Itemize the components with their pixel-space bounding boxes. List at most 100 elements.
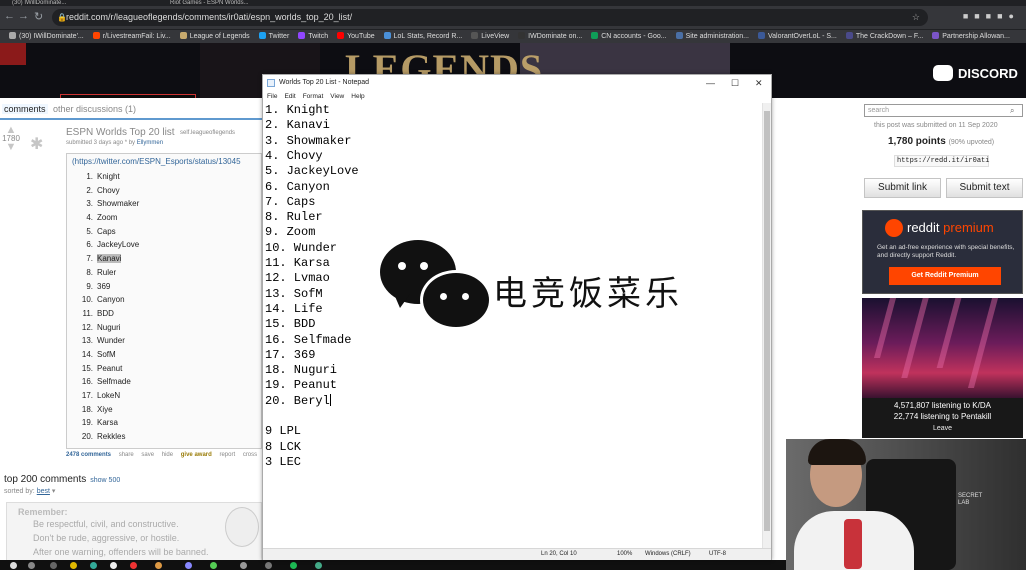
- cursor-position: Ln 20, Col 10: [541, 551, 577, 557]
- maximize-icon[interactable]: ☐: [731, 75, 739, 91]
- star-icon[interactable]: ☆: [912, 9, 920, 26]
- twitter-link[interactable]: (https://twitter.com/ESPN_Esports/status…: [72, 157, 241, 166]
- line-text: 8. Ruler: [265, 210, 323, 225]
- remember-heading: Remember:: [18, 507, 68, 517]
- app-icon[interactable]: [265, 562, 272, 569]
- address-bar: ← → ↻ 🔒 reddit.com/r/leagueoflegends/com…: [0, 6, 1026, 29]
- list-number: 6.: [86, 240, 93, 250]
- give-award-button[interactable]: give award: [181, 452, 212, 458]
- forward-icon[interactable]: →: [18, 10, 29, 22]
- lock-icon: 🔒: [57, 13, 67, 22]
- notepad-scrollbar[interactable]: [762, 103, 771, 548]
- bookmark-item[interactable]: IWDominate on...: [518, 30, 582, 43]
- list-number: 9.: [86, 281, 93, 291]
- list-item: 6. JackeyLove: [81, 238, 139, 252]
- kda-promo-image[interactable]: [862, 298, 1023, 398]
- tab-comments[interactable]: comments: [2, 104, 48, 114]
- minimize-icon[interactable]: —: [706, 75, 715, 91]
- sort-control: sorted by: best ▾: [4, 488, 56, 495]
- self-post-thumbnail-icon[interactable]: ✱: [30, 137, 58, 153]
- comments-section: top 200 comments show 500 sorted by: best…: [0, 462, 262, 570]
- post-domain[interactable]: self.leagueoflegends: [180, 130, 235, 136]
- start-icon[interactable]: [10, 562, 17, 569]
- bookmark-item[interactable]: CN accounts - Goo...: [591, 30, 667, 43]
- list-number: 20.: [81, 432, 93, 442]
- close-icon[interactable]: ✕: [755, 75, 763, 91]
- report-button[interactable]: report: [219, 452, 235, 458]
- sort-dropdown[interactable]: best: [37, 488, 50, 495]
- rule-line: Don't be rude, aggressive, or hostile.: [33, 533, 180, 543]
- bookmark-item[interactable]: Partnership Allowan...: [932, 30, 1010, 43]
- author-link[interactable]: Ellymmen: [137, 140, 163, 146]
- list-item: 3. Showmaker: [81, 197, 139, 211]
- search-icon[interactable]: [28, 562, 35, 569]
- bookmark-item[interactable]: Twitter: [258, 30, 289, 43]
- crosspost-button[interactable]: cross: [243, 452, 257, 458]
- shortlink-field[interactable]: https://redd.it/ir0ati: [894, 155, 989, 167]
- show-500-link[interactable]: show 500: [90, 477, 120, 484]
- scrollbar-thumb[interactable]: [764, 111, 770, 531]
- app-icon[interactable]: [90, 562, 97, 569]
- notepad-titlebar[interactable]: Worlds Top 20 List - Notepad — ☐ ✕: [263, 75, 771, 91]
- back-icon[interactable]: ←: [4, 10, 15, 22]
- line-text: 2. Kanavi: [265, 118, 330, 133]
- bookmark-item[interactable]: LoL Stats, Record R...: [383, 30, 462, 43]
- share-button[interactable]: share: [119, 452, 134, 458]
- bookmark-item[interactable]: r/LivestreamFail: Liv...: [92, 30, 171, 43]
- app-icon[interactable]: [240, 562, 247, 569]
- comments-link[interactable]: 2478 comments: [66, 452, 111, 458]
- discord-link[interactable]: DISCORD: [933, 65, 1018, 81]
- app-icon[interactable]: [155, 562, 162, 569]
- app-icon[interactable]: [110, 562, 117, 569]
- sidebar-search-input[interactable]: search: [864, 104, 1023, 117]
- url-field[interactable]: 🔒 reddit.com/r/leagueoflegends/comments/…: [52, 9, 928, 26]
- text-line: 3 LEC: [265, 455, 301, 470]
- list-item: 13. Wunder: [81, 334, 139, 348]
- bookmark-item[interactable]: League of Legends: [179, 30, 250, 43]
- bookmark-item[interactable]: Twitch: [298, 30, 328, 43]
- save-button[interactable]: save: [141, 452, 154, 458]
- hide-button[interactable]: hide: [162, 452, 173, 458]
- app-icon[interactable]: [185, 562, 192, 569]
- menu-item-edit[interactable]: Edit: [284, 93, 295, 100]
- app-icon[interactable]: [210, 562, 217, 569]
- submit-text-button[interactable]: Submit text: [946, 178, 1023, 198]
- bookmark-favicon-icon: [758, 32, 765, 39]
- downvote-icon[interactable]: ▼: [2, 142, 20, 153]
- search-icon[interactable]: ⌕: [1010, 106, 1014, 116]
- get-premium-button[interactable]: Get Reddit Premium: [889, 267, 1001, 285]
- line-text: 9. Zoom: [265, 225, 316, 240]
- explorer-icon[interactable]: [70, 562, 77, 569]
- menu-item-format[interactable]: Format: [303, 93, 324, 100]
- submit-link-button[interactable]: Submit link: [864, 178, 941, 198]
- chrome-icon[interactable]: [130, 562, 137, 569]
- notepad-taskbar-icon[interactable]: [315, 562, 322, 569]
- leave-button[interactable]: Leave: [923, 423, 963, 434]
- bookmark-item[interactable]: YouTube: [337, 30, 375, 43]
- bookmark-item[interactable]: The CrackDown – F...: [845, 30, 923, 43]
- post-title[interactable]: ESPN Worlds Top 20 list: [66, 127, 175, 138]
- list-name: SofM: [97, 349, 116, 359]
- reload-icon[interactable]: ↻: [34, 10, 43, 23]
- url-text: reddit.com/r/leagueoflegends/comments/ir…: [66, 12, 353, 22]
- discord-label: DISCORD: [958, 66, 1018, 81]
- line-text: 14. Life: [265, 301, 323, 316]
- tab-other-discussions[interactable]: other discussions (1): [53, 104, 136, 114]
- menu-item-view[interactable]: View: [330, 93, 344, 100]
- list-number: 3.: [86, 199, 93, 209]
- bookmark-item[interactable]: Site administration...: [675, 30, 749, 43]
- comments-tabs: comments other discussions (1): [0, 98, 262, 120]
- menu-item-file[interactable]: File: [267, 93, 277, 100]
- bookmark-favicon-icon: [298, 32, 306, 39]
- bookmark-item[interactable]: LiveView: [471, 30, 509, 43]
- menu-item-help[interactable]: Help: [351, 93, 364, 100]
- bookmark-item[interactable]: (30) IWillDominate'...: [9, 30, 84, 43]
- spotify-icon[interactable]: [290, 562, 297, 569]
- upvote-icon[interactable]: ▲: [2, 125, 20, 136]
- list-name: Knight: [97, 172, 120, 181]
- bookmark-item[interactable]: ValorantOverLoL - S...: [758, 30, 837, 43]
- text-line: 13. SofM: [265, 287, 323, 302]
- extension-icons[interactable]: ■■■■●: [963, 11, 1020, 21]
- taskview-icon[interactable]: [50, 562, 57, 569]
- list-name: Chovy: [97, 185, 120, 195]
